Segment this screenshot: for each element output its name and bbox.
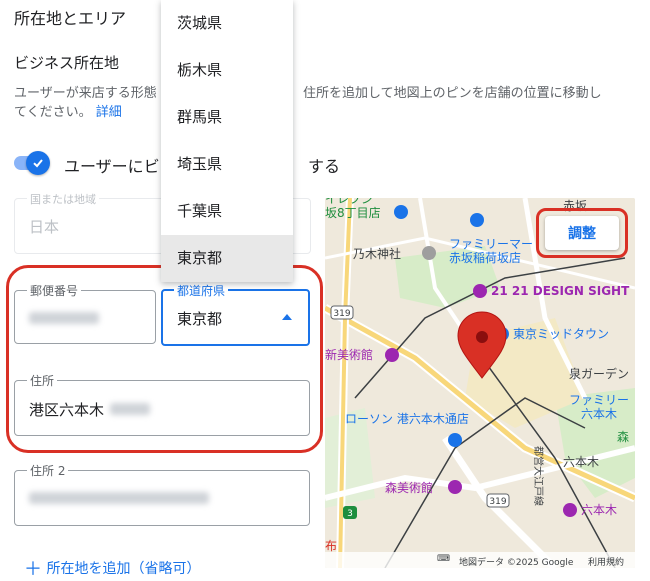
map-label-midtown: 東京ミッドタウン <box>513 327 609 341</box>
check-icon <box>33 159 43 168</box>
add-area-link[interactable]: ＋ 所在地を追加（省略可） <box>24 555 200 581</box>
dropdown-option-selected[interactable]: 東京都 <box>161 235 293 282</box>
address-label: 住所 <box>27 372 58 389</box>
map-label-mori-museum: 森美術館 <box>385 480 433 495</box>
museum-icon <box>448 480 462 494</box>
dropdown-option[interactable]: 群馬県 <box>161 94 293 141</box>
keyboard-icon: ⌨ <box>437 554 450 564</box>
museum-icon <box>563 503 577 517</box>
convenience-store-icon <box>448 433 462 447</box>
map-label-roppongi: 六本木 <box>563 455 599 469</box>
adjust-button[interactable]: 調整 <box>545 216 619 250</box>
dropdown-option[interactable]: 栃木県 <box>161 47 293 94</box>
map-label-familymart1: ファミリーマー <box>449 237 533 251</box>
show-address-toggle[interactable] <box>26 151 50 175</box>
address-value: 港区六本木 <box>29 401 105 419</box>
toggle-label-end: する <box>308 157 341 176</box>
country-value: 日本 <box>29 218 60 236</box>
dropdown-option[interactable]: 埼玉県 <box>161 141 293 188</box>
map-label-nogi: 乃木神社 <box>353 246 401 261</box>
map-label-cloth: 布 <box>325 539 337 553</box>
map-view[interactable]: 319 319 3 イレブン 坂8丁目店 赤坂 ファミリーマー 赤坂稲荷坂店 乃… <box>325 198 635 568</box>
postal-code-label: 郵便番号 <box>27 282 82 299</box>
caret-up-icon <box>282 314 292 320</box>
toggle-label: ユーザーにビ <box>64 157 160 176</box>
country-label: 国または地域 <box>27 191 99 207</box>
map-label-lawson: ローソン 港六本木通店 <box>345 412 469 426</box>
description-text: てください。 <box>14 105 92 120</box>
convenience-store-icon <box>394 205 408 219</box>
description-line1: ユーザーが来店する形態 <box>14 86 157 101</box>
shrine-icon <box>422 246 436 260</box>
plus-icon: ＋ <box>24 559 42 580</box>
map-label-mori: 森 <box>617 429 629 444</box>
map-label-seven: イレブン <box>325 198 373 206</box>
map-attribution: 地図データ ©2025 Google <box>459 558 574 568</box>
convenience-store-icon <box>470 213 484 227</box>
add-area-label: 所在地を追加（省略可） <box>46 561 201 577</box>
postal-code-redacted <box>29 312 99 324</box>
dropdown-option[interactable]: 茨城県 <box>161 0 293 47</box>
museum-icon <box>385 348 399 362</box>
prefecture-select[interactable]: 都道府県 東京都 <box>161 282 310 346</box>
museum-icon <box>473 284 487 298</box>
description-line1-cont: 住所を追加して地図上のピンを店舗の位置に移動し <box>303 86 602 101</box>
prefecture-dropdown[interactable]: 茨城県 栃木県 群馬県 埼玉県 千葉県 東京都 <box>161 0 293 282</box>
dropdown-option[interactable]: 千葉県 <box>161 188 293 235</box>
map-footer: ⌨ 地図データ ©2025 Google 利用規約 <box>325 552 635 568</box>
road-shield-3: 3 <box>347 509 353 519</box>
description-line2: てください。 詳細 <box>14 101 122 120</box>
map-label-garden: 泉ガーデン <box>569 366 629 381</box>
prefecture-value: 東京都 <box>177 310 223 328</box>
map-label-familymart1b: 赤坂稲荷坂店 <box>449 251 521 265</box>
address2-redacted <box>29 492 209 504</box>
road-shield-319b: 319 <box>489 497 506 507</box>
map-label-familymart2b: 六本木 <box>581 407 617 421</box>
details-link[interactable]: 詳細 <box>96 105 122 120</box>
postal-code-field[interactable]: 郵便番号 <box>14 282 156 344</box>
address-redacted <box>110 403 150 415</box>
business-location-title: ビジネス所在地 <box>14 54 120 72</box>
map-label-familymart2: ファミリー <box>569 393 629 407</box>
map-label-roppongi2: 六本木 <box>581 503 617 517</box>
address2-label: 住所 2 <box>27 462 69 479</box>
road-shield-319a: 319 <box>333 309 350 319</box>
map-label-museum: 新美術館 <box>325 347 373 362</box>
address-field[interactable]: 住所 港区六本木 <box>14 372 310 436</box>
address2-field[interactable]: 住所 2 <box>14 462 310 526</box>
map-label-design: 21 21 DESIGN SIGHT <box>491 284 630 298</box>
section-title: 所在地とエリア <box>14 9 127 28</box>
prefecture-label: 都道府県 <box>174 282 229 299</box>
map-label-seven2: 坂8丁目店 <box>325 206 381 220</box>
terms-link[interactable]: 利用規約 <box>588 555 624 568</box>
map-label-toei: 都営大江戸線 <box>532 446 545 506</box>
